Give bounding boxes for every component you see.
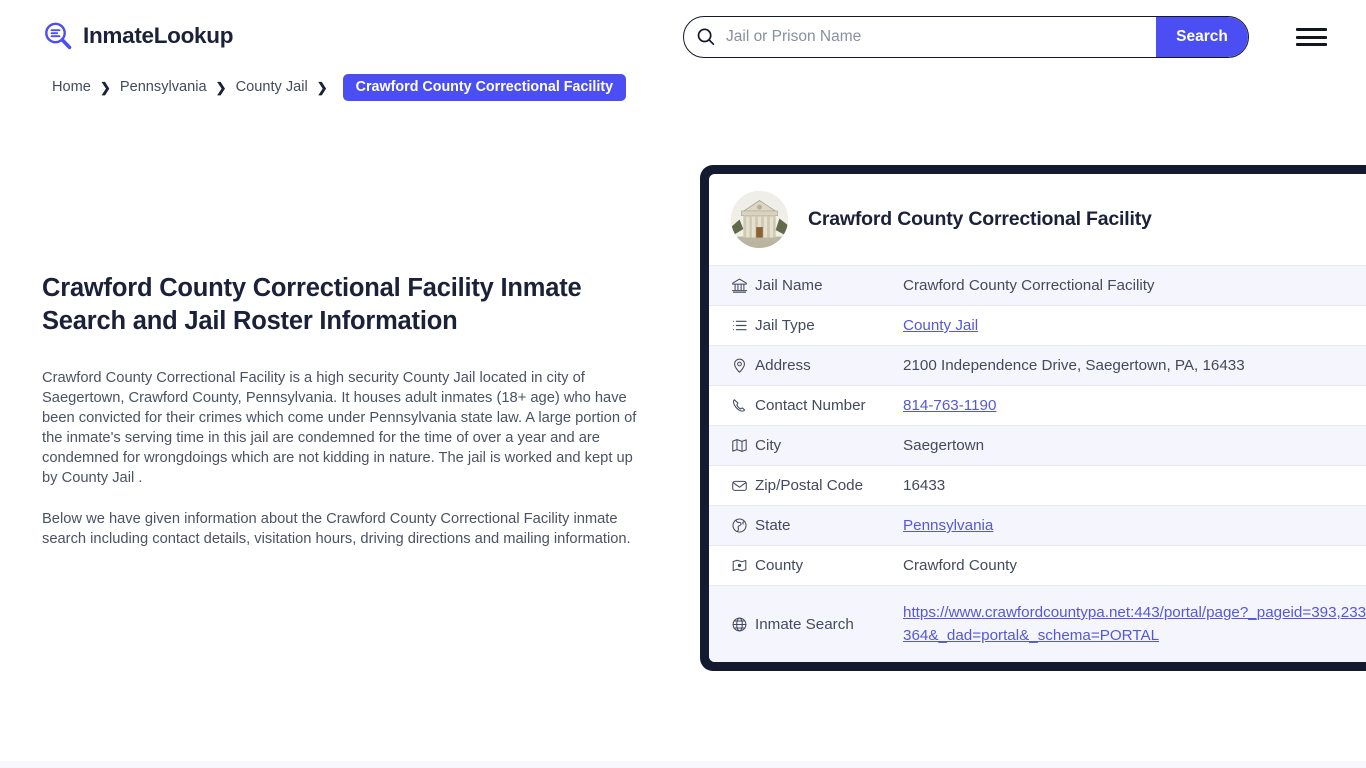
facility-details-table: Jail Name Crawford County Correctional F…	[709, 265, 1366, 662]
jail-type-link[interactable]: County Jail	[903, 317, 978, 334]
breadcrumb-current-facility: Crawford County Correctional Facility	[342, 73, 627, 101]
row-value: County Jail	[903, 306, 1366, 346]
site-header: InmateLookup Search	[0, 0, 1366, 74]
state-link[interactable]: Pennsylvania	[903, 517, 993, 534]
row-label: Contact Number	[755, 397, 866, 414]
facility-card-header: Crawford County Correctional Facility	[709, 174, 1366, 265]
table-row: Address 2100 Independence Drive, Saegert…	[709, 345, 1366, 386]
breadcrumb-item-state[interactable]: Pennsylvania	[120, 79, 207, 95]
table-row: Contact Number 814-763-1190	[709, 385, 1366, 426]
row-label: Inmate Search	[755, 615, 854, 633]
search-icon	[696, 27, 716, 47]
table-row: Jail Name Crawford County Correctional F…	[709, 265, 1366, 306]
row-label: Zip/Postal Code	[755, 477, 864, 494]
search-button[interactable]: Search	[1156, 17, 1248, 57]
row-label: Jail Type	[755, 317, 815, 334]
row-value: https://www.crawfordcountypa.net:443/por…	[903, 586, 1366, 663]
row-label: State	[755, 517, 791, 534]
map-pin-icon	[709, 346, 755, 386]
row-label: Address	[755, 357, 811, 374]
facility-info-card: Crawford County Correctional Facility Ja…	[700, 165, 1366, 671]
row-value: 2100 Independence Drive, Saegertown, PA,…	[903, 357, 1245, 374]
row-value: Crawford County Correctional Facility	[903, 277, 1155, 294]
inmate-search-url-link[interactable]: https://www.crawfordcountypa.net:443/por…	[903, 604, 1366, 644]
page-title: Crawford County Correctional Facility In…	[42, 274, 582, 335]
article-content: Crawford County Correctional Facility In…	[42, 272, 638, 549]
list-icon	[709, 306, 755, 346]
row-label: County	[755, 557, 804, 574]
chevron-right-icon: ❯	[215, 79, 227, 95]
magnifier-list-icon	[42, 20, 74, 52]
row-value: Saegertown	[903, 437, 985, 454]
brand-name: InmateLookup	[83, 22, 234, 48]
table-row: State Pennsylvania	[709, 505, 1366, 546]
facility-card-inner: Crawford County Correctional Facility Ja…	[709, 174, 1366, 662]
breadcrumb: Home ❯ Pennsylvania ❯ County Jail ❯ Craw…	[52, 73, 627, 101]
breadcrumb-item-jail-type[interactable]: County Jail	[236, 79, 308, 95]
globe-grid-icon	[709, 586, 755, 663]
table-row: City Saegertown	[709, 425, 1366, 466]
phone-icon	[709, 386, 755, 426]
chevron-right-icon: ❯	[99, 79, 111, 95]
site-logo[interactable]: InmateLookup	[42, 20, 233, 52]
row-value: Pennsylvania	[903, 506, 1366, 546]
search-input[interactable]	[716, 17, 1156, 57]
page-bottom-strip	[0, 761, 1366, 768]
envelope-icon	[709, 466, 755, 506]
row-value: 814-763-1190	[903, 386, 1366, 426]
row-label: Jail Name	[755, 277, 823, 294]
description-paragraph-1: Crawford County Correctional Facility is…	[42, 370, 637, 486]
search-bar[interactable]: Search	[683, 16, 1249, 58]
courthouse-building-photo	[731, 191, 788, 248]
table-row: Jail Type County Jail	[709, 305, 1366, 346]
row-label: City	[755, 437, 782, 454]
hamburger-line	[1296, 28, 1327, 31]
county-map-icon	[709, 546, 755, 586]
row-value: 16433	[903, 477, 946, 494]
facility-card-title: Crawford County Correctional Facility	[808, 208, 1152, 230]
breadcrumb-item-home[interactable]: Home	[52, 79, 91, 95]
globe-americas-icon	[709, 506, 755, 546]
hamburger-menu-icon[interactable]	[1296, 26, 1328, 48]
description-paragraph-2: Below we have given information about th…	[42, 511, 631, 547]
chevron-right-icon: ❯	[316, 79, 328, 95]
hamburger-line	[1296, 35, 1327, 39]
table-row: County Crawford County	[709, 545, 1366, 586]
map-icon	[709, 426, 755, 466]
table-row: Zip/Postal Code 16433	[709, 465, 1366, 506]
bank-icon	[709, 266, 755, 306]
row-value: Crawford County	[903, 557, 1017, 574]
contact-number-link[interactable]: 814-763-1190	[903, 397, 996, 414]
table-row: Inmate Search https://www.crawfordcounty…	[709, 585, 1366, 663]
hamburger-line	[1296, 43, 1327, 46]
